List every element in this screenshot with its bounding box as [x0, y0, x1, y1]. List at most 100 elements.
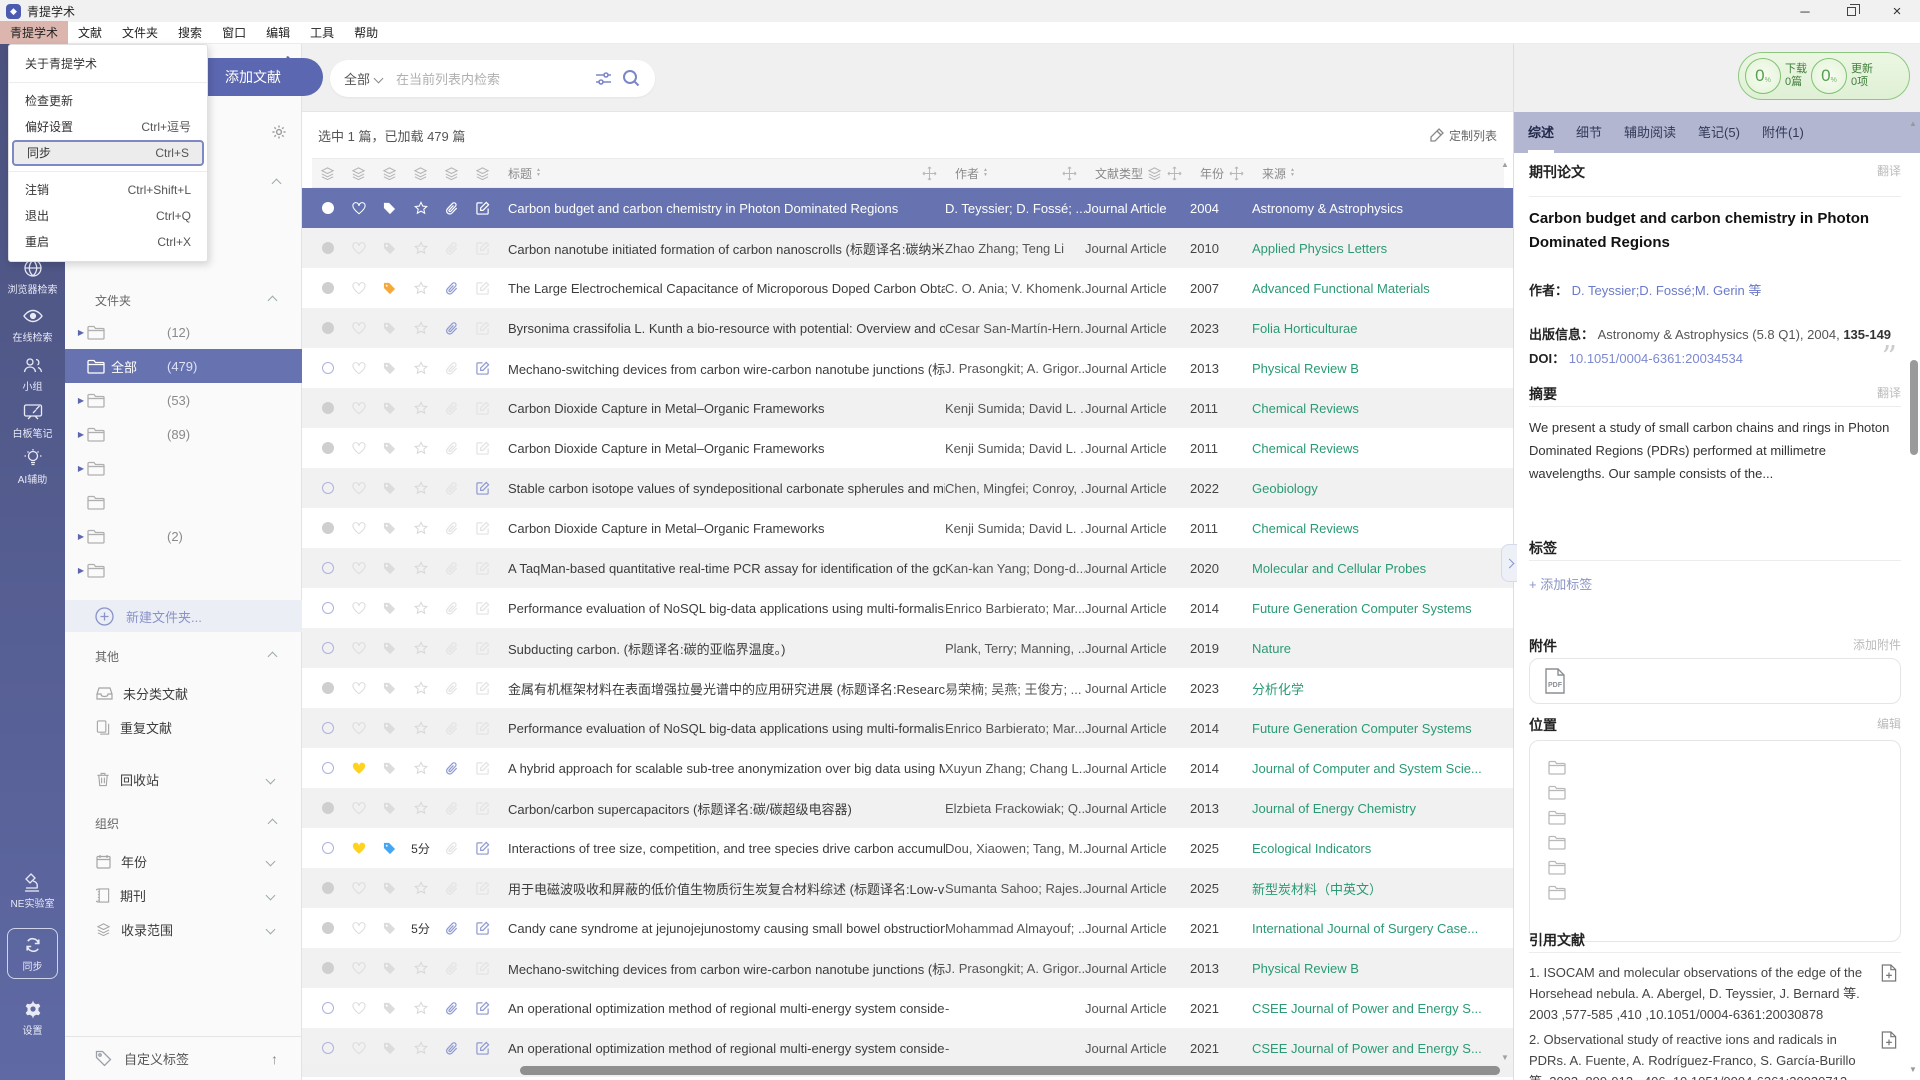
read-status-icon[interactable]	[312, 642, 343, 654]
row-source-link[interactable]: Geobiology	[1252, 481, 1502, 496]
section-collapse-icon[interactable]	[271, 178, 282, 189]
authors-value[interactable]: D. Teyssier;D. Fossé;M. Gerin 等	[1572, 283, 1762, 298]
column-header-title[interactable]: 标题 ▲ ▼	[498, 165, 945, 182]
row-source-link[interactable]: Future Generation Computer Systems	[1252, 601, 1502, 616]
table-row[interactable]: The Large Electrochemical Capacitance of…	[302, 268, 1513, 308]
attachment-clip-icon[interactable]	[436, 241, 467, 256]
folder-item[interactable]: ▶	[65, 553, 302, 587]
favorite-heart-icon[interactable]	[343, 481, 374, 495]
read-status-icon[interactable]	[312, 602, 343, 614]
column-header-doctype[interactable]: 文献类型	[1085, 165, 1190, 182]
rating-icon[interactable]	[405, 881, 436, 895]
app-menu-item[interactable]: 关于青提学术	[9, 51, 207, 77]
rating-icon[interactable]	[405, 601, 436, 615]
rating-icon[interactable]	[405, 641, 436, 655]
row-source-link[interactable]: Folia Horticulturae	[1252, 321, 1502, 336]
sidebar-item-未分类文献[interactable]: 未分类文献	[65, 678, 302, 708]
attachment-clip-icon[interactable]	[436, 801, 467, 816]
attachment-box[interactable]: PDF	[1529, 658, 1901, 704]
attachment-clip-icon[interactable]	[436, 1001, 467, 1016]
sort-icon[interactable]: ▲ ▼	[1290, 168, 1295, 178]
favorite-heart-icon[interactable]	[343, 641, 374, 655]
table-row[interactable]: 5分 Candy cane syndrome at jejunojejunosto…	[302, 908, 1513, 948]
tab-笔记(5)[interactable]: 笔记(5)	[1698, 122, 1740, 153]
location-folder-item[interactable]	[1548, 830, 1900, 855]
edit-location-button[interactable]: 编辑	[1877, 715, 1901, 735]
favorite-heart-icon[interactable]	[343, 201, 374, 215]
menu-item-8[interactable]: 帮助	[344, 21, 388, 44]
column-drag-handle-icon[interactable]	[1167, 166, 1182, 181]
collapse-other-icon[interactable]	[267, 651, 278, 661]
rating-icon[interactable]	[405, 241, 436, 255]
horizontal-scrollbar[interactable]	[302, 1064, 1513, 1077]
attachment-clip-icon[interactable]	[436, 641, 467, 656]
tag-icon[interactable]	[374, 962, 405, 975]
notes-edit-icon[interactable]	[467, 921, 498, 935]
rating-icon[interactable]	[405, 441, 436, 455]
row-source-link[interactable]: 新型炭材料（中英文）	[1252, 879, 1502, 898]
read-status-icon[interactable]	[312, 762, 343, 774]
favorite-heart-icon[interactable]	[343, 842, 374, 855]
favorite-heart-icon[interactable]	[343, 561, 374, 575]
column-drag-handle-icon[interactable]	[922, 166, 937, 181]
table-row[interactable]: 用于电磁波吸收和屏蔽的低价值生物质衍生炭复合材料综述 (标题译名:Low-val…	[302, 868, 1513, 908]
sort-icon[interactable]: ▲ ▼	[536, 168, 541, 178]
row-source-link[interactable]: Physical Review B	[1252, 361, 1502, 376]
expand-icon[interactable]	[265, 890, 276, 900]
attachment-clip-icon[interactable]	[436, 561, 467, 576]
sidebar-item-期刊[interactable]: 期刊	[65, 880, 302, 910]
rating-icon[interactable]	[405, 1041, 436, 1055]
favorite-heart-icon[interactable]	[343, 721, 374, 735]
read-status-icon[interactable]	[312, 1042, 343, 1054]
notes-edit-icon[interactable]	[467, 841, 498, 855]
tag-icon[interactable]	[374, 1042, 405, 1055]
close-button[interactable]: ×	[1874, 0, 1920, 22]
rating-icon[interactable]	[405, 401, 436, 415]
read-status-icon[interactable]	[312, 482, 343, 494]
location-folder-item[interactable]	[1548, 780, 1900, 805]
row-source-link[interactable]: Nature	[1252, 641, 1502, 656]
rail-item-在线检索[interactable]: 在线检索	[0, 306, 65, 344]
rating-icon[interactable]	[405, 361, 436, 375]
column-icon-layers[interactable]	[405, 166, 436, 181]
sidebar-item-收录范围[interactable]: 收录范围	[65, 914, 302, 944]
read-status-icon[interactable]	[312, 282, 343, 294]
read-status-icon[interactable]	[312, 962, 343, 974]
tab-辅助阅读[interactable]: 辅助阅读	[1624, 122, 1676, 153]
tag-icon[interactable]	[374, 362, 405, 375]
search-bar[interactable]: 全部 在当前列表内检索	[330, 60, 655, 97]
folder-item[interactable]: ▶ (53)	[65, 383, 302, 417]
notes-edit-icon[interactable]	[467, 761, 498, 775]
tag-icon[interactable]	[374, 722, 405, 735]
rating-icon[interactable]	[405, 201, 436, 215]
row-source-link[interactable]: CSEE Journal of Power and Energy S...	[1252, 1001, 1502, 1016]
collapse-folders-icon[interactable]	[267, 295, 278, 305]
notes-edit-icon[interactable]	[467, 801, 498, 815]
attachment-clip-icon[interactable]	[436, 601, 467, 616]
favorite-heart-icon[interactable]	[343, 241, 374, 255]
favorite-heart-icon[interactable]	[343, 401, 374, 415]
table-row[interactable]: Performance evaluation of NoSQL big-data…	[302, 588, 1513, 628]
attachment-clip-icon[interactable]	[436, 1041, 467, 1056]
menu-item-5[interactable]: 窗口	[212, 21, 256, 44]
app-menu-item[interactable]: 重启 Ctrl+X	[9, 229, 207, 255]
attachment-clip-icon[interactable]	[436, 201, 467, 216]
favorite-heart-icon[interactable]	[343, 281, 374, 295]
table-row[interactable]: Carbon Dioxide Capture in Metal–Organic …	[302, 388, 1513, 428]
column-header-authors[interactable]: 作者 ▲ ▼	[945, 165, 1085, 182]
attachment-clip-icon[interactable]	[436, 921, 467, 936]
favorite-heart-icon[interactable]	[343, 921, 374, 935]
folder-expand-icon[interactable]: ▶	[65, 328, 85, 337]
sidebar-item-回收站[interactable]: 回收站	[65, 764, 302, 794]
attachment-clip-icon[interactable]	[436, 961, 467, 976]
row-source-link[interactable]: Journal of Energy Chemistry	[1252, 801, 1502, 816]
translate-title-link[interactable]: 翻译	[1877, 162, 1901, 182]
expand-icon[interactable]	[265, 856, 276, 866]
app-menu-item[interactable]: 同步 Ctrl+S	[12, 140, 204, 166]
tag-icon[interactable]	[374, 282, 405, 295]
search-input[interactable]: 在当前列表内检索	[396, 69, 595, 88]
rating-icon[interactable]	[405, 681, 436, 695]
minimize-button[interactable]: ─	[1782, 0, 1828, 22]
read-status-icon[interactable]	[312, 1002, 343, 1014]
column-icon-layers[interactable]	[436, 166, 467, 181]
